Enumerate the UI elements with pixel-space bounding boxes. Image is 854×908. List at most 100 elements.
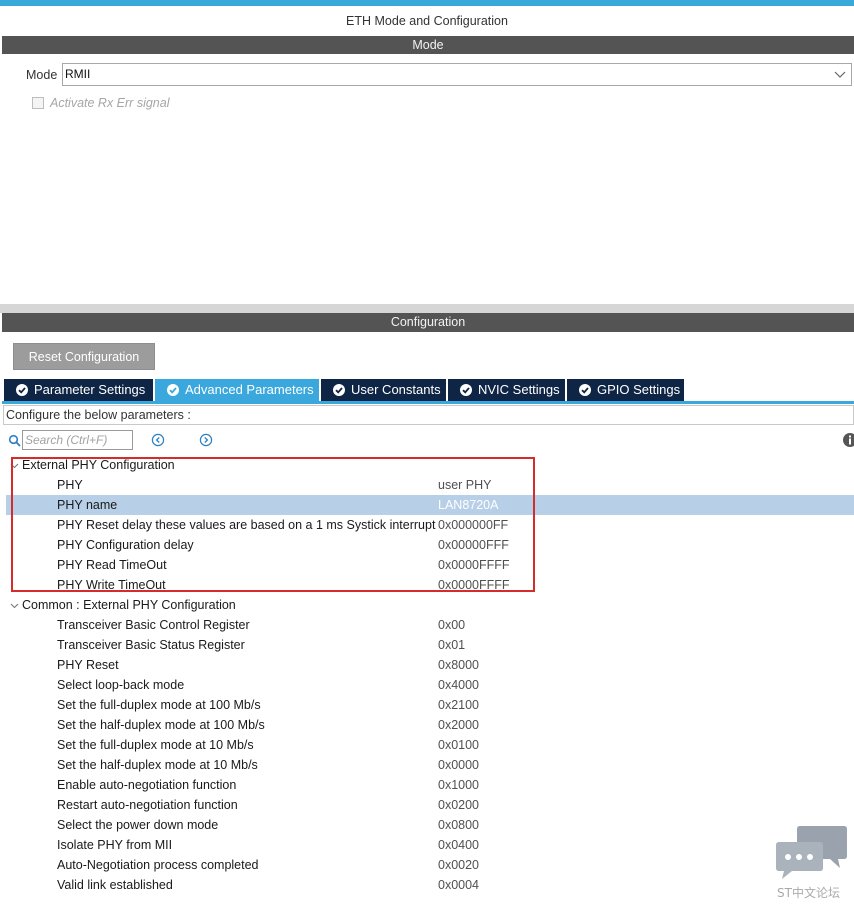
- param-name: PHY Reset delay these values are based o…: [57, 518, 436, 532]
- mode-panel: Mode RMII Activate Rx Err signal: [2, 54, 854, 304]
- param-name: Transceiver Basic Control Register: [57, 618, 250, 632]
- param-name: PHY Configuration delay: [57, 538, 194, 552]
- table-row[interactable]: Auto-Negotiation process completed 0x0020: [6, 855, 854, 875]
- param-value[interactable]: 0x2000: [438, 715, 479, 735]
- param-value[interactable]: 0x2100: [438, 695, 479, 715]
- param-name: Select the power down mode: [57, 818, 219, 832]
- search-field[interactable]: [22, 430, 133, 450]
- table-row[interactable]: PHY Read TimeOut 0x0000FFFF: [6, 555, 854, 575]
- tab-label: Advanced Parameters: [185, 382, 314, 397]
- tab-user-constants[interactable]: User Constants: [321, 379, 446, 401]
- param-value[interactable]: 0x1000: [438, 775, 479, 795]
- chevron-down-icon: [834, 71, 846, 78]
- param-value[interactable]: 0x0004: [438, 875, 479, 895]
- group-title: Common : External PHY Configuration: [22, 598, 236, 612]
- table-row[interactable]: Set the full-duplex mode at 100 Mb/s 0x21…: [6, 695, 854, 715]
- tab-label: Parameter Settings: [34, 382, 146, 397]
- param-value[interactable]: 0x0100: [438, 735, 479, 755]
- table-row[interactable]: Transceiver Basic Control Register 0x00: [6, 615, 854, 635]
- param-value[interactable]: 0x0200: [438, 795, 479, 815]
- param-name: PHY: [57, 478, 83, 492]
- param-value[interactable]: 0x0800: [438, 815, 479, 835]
- table-row[interactable]: Set the half-duplex mode at 10 Mb/s 0x000…: [6, 755, 854, 775]
- group-title: External PHY Configuration: [22, 458, 175, 472]
- param-value[interactable]: 0x000000FF: [438, 515, 508, 535]
- table-row[interactable]: Valid link established 0x0004: [6, 875, 854, 895]
- param-value[interactable]: 0x8000: [438, 655, 479, 675]
- param-value[interactable]: 0x00000FFF: [438, 535, 509, 555]
- tab-nvic-settings[interactable]: NVIC Settings: [448, 379, 565, 401]
- param-name: PHY Read TimeOut: [57, 558, 167, 572]
- param-value[interactable]: LAN8720A: [438, 495, 498, 515]
- search-icon: [8, 434, 21, 447]
- reset-configuration-button[interactable]: Reset Configuration: [13, 343, 155, 370]
- chevron-down-icon: [10, 463, 19, 468]
- table-row[interactable]: Select the power down mode 0x0800: [6, 815, 854, 835]
- check-circle-icon: [579, 384, 591, 396]
- param-value[interactable]: 0x0000FFFF: [438, 555, 510, 575]
- table-row[interactable]: Restart auto-negotiation function 0x0200: [6, 795, 854, 815]
- param-name: Set the full-duplex mode at 100 Mb/s: [57, 698, 261, 712]
- check-circle-icon: [460, 384, 472, 396]
- watermark-text: ST中文论坛: [777, 886, 840, 900]
- table-row[interactable]: Set the half-duplex mode at 100 Mb/s 0x20…: [6, 715, 854, 735]
- param-name: Set the full-duplex mode at 10 Mb/s: [57, 738, 254, 752]
- tab-parameter-settings[interactable]: Parameter Settings: [4, 379, 153, 401]
- param-value[interactable]: 0x0400: [438, 835, 479, 855]
- info-icon[interactable]: [842, 432, 854, 448]
- configuration-section-header: Configuration: [2, 313, 854, 332]
- mode-label: Mode: [26, 68, 58, 82]
- tab-label: NVIC Settings: [478, 382, 560, 397]
- table-row[interactable]: Isolate PHY from MII 0x0400: [6, 835, 854, 855]
- mode-select[interactable]: RMII: [62, 63, 852, 86]
- param-name: Select loop-back mode: [57, 678, 185, 692]
- param-name: Isolate PHY from MII: [57, 838, 173, 852]
- rx-err-checkbox[interactable]: [32, 97, 44, 109]
- param-value[interactable]: 0x0000FFFF: [438, 575, 510, 595]
- chat-bubbles-icon: [776, 826, 847, 879]
- mode-section-header: Mode: [2, 36, 854, 54]
- param-value[interactable]: user PHY: [438, 475, 492, 495]
- table-row[interactable]: Transceiver Basic Status Register 0x01: [6, 635, 854, 655]
- param-value[interactable]: 0x4000: [438, 675, 479, 695]
- search-input[interactable]: [23, 431, 132, 449]
- search-next-icon[interactable]: [199, 433, 213, 447]
- table-row[interactable]: PHY Configuration delay 0x00000FFF: [6, 535, 854, 555]
- table-row[interactable]: Set the full-duplex mode at 10 Mb/s 0x010…: [6, 735, 854, 755]
- panel-divider: [0, 304, 854, 313]
- param-name: Valid link established: [57, 878, 173, 892]
- table-row[interactable]: PHY user PHY: [6, 475, 854, 495]
- tab-gpio-settings[interactable]: GPIO Settings: [567, 379, 684, 401]
- param-value[interactable]: 0x01: [438, 635, 465, 655]
- param-name: Enable auto-negotiation function: [57, 778, 237, 792]
- check-circle-icon: [167, 384, 179, 396]
- param-name: PHY Reset: [57, 658, 119, 672]
- param-value[interactable]: 0x0000: [438, 755, 479, 775]
- instructions-text: Configure the below parameters :: [3, 405, 854, 425]
- tab-label: User Constants: [351, 382, 441, 397]
- param-value[interactable]: 0x00: [438, 615, 465, 635]
- chevron-down-icon: [10, 603, 19, 608]
- table-row[interactable]: PHY Reset 0x8000: [6, 655, 854, 675]
- group-common-external-phy-configuration[interactable]: Common : External PHY Configuration: [8, 595, 236, 615]
- table-row[interactable]: Select loop-back mode 0x4000: [6, 675, 854, 695]
- mode-select-value: RMII: [65, 67, 91, 81]
- param-name: Restart auto-negotiation function: [57, 798, 238, 812]
- table-row[interactable]: PHY Write TimeOut 0x0000FFFF: [6, 575, 854, 595]
- param-name: Set the half-duplex mode at 100 Mb/s: [57, 718, 265, 732]
- tab-advanced-parameters[interactable]: Advanced Parameters: [155, 379, 319, 401]
- tab-label: GPIO Settings: [597, 382, 681, 397]
- check-circle-icon: [16, 384, 28, 396]
- window-title: ETH Mode and Configuration: [346, 14, 508, 28]
- param-value[interactable]: 0x0020: [438, 855, 479, 875]
- param-name: PHY name: [57, 498, 118, 512]
- table-row[interactable]: Enable auto-negotiation function 0x1000: [6, 775, 854, 795]
- table-row-selected[interactable]: PHY name LAN8720A: [6, 495, 854, 515]
- check-circle-icon: [333, 384, 345, 396]
- param-name: Auto-Negotiation process completed: [57, 858, 259, 872]
- param-name: PHY Write TimeOut: [57, 578, 166, 592]
- search-previous-icon[interactable]: [151, 433, 165, 447]
- table-row[interactable]: PHY Reset delay these values are based o…: [6, 515, 854, 535]
- group-external-phy-configuration[interactable]: External PHY Configuration: [8, 455, 175, 475]
- param-name: Set the half-duplex mode at 10 Mb/s: [57, 758, 258, 772]
